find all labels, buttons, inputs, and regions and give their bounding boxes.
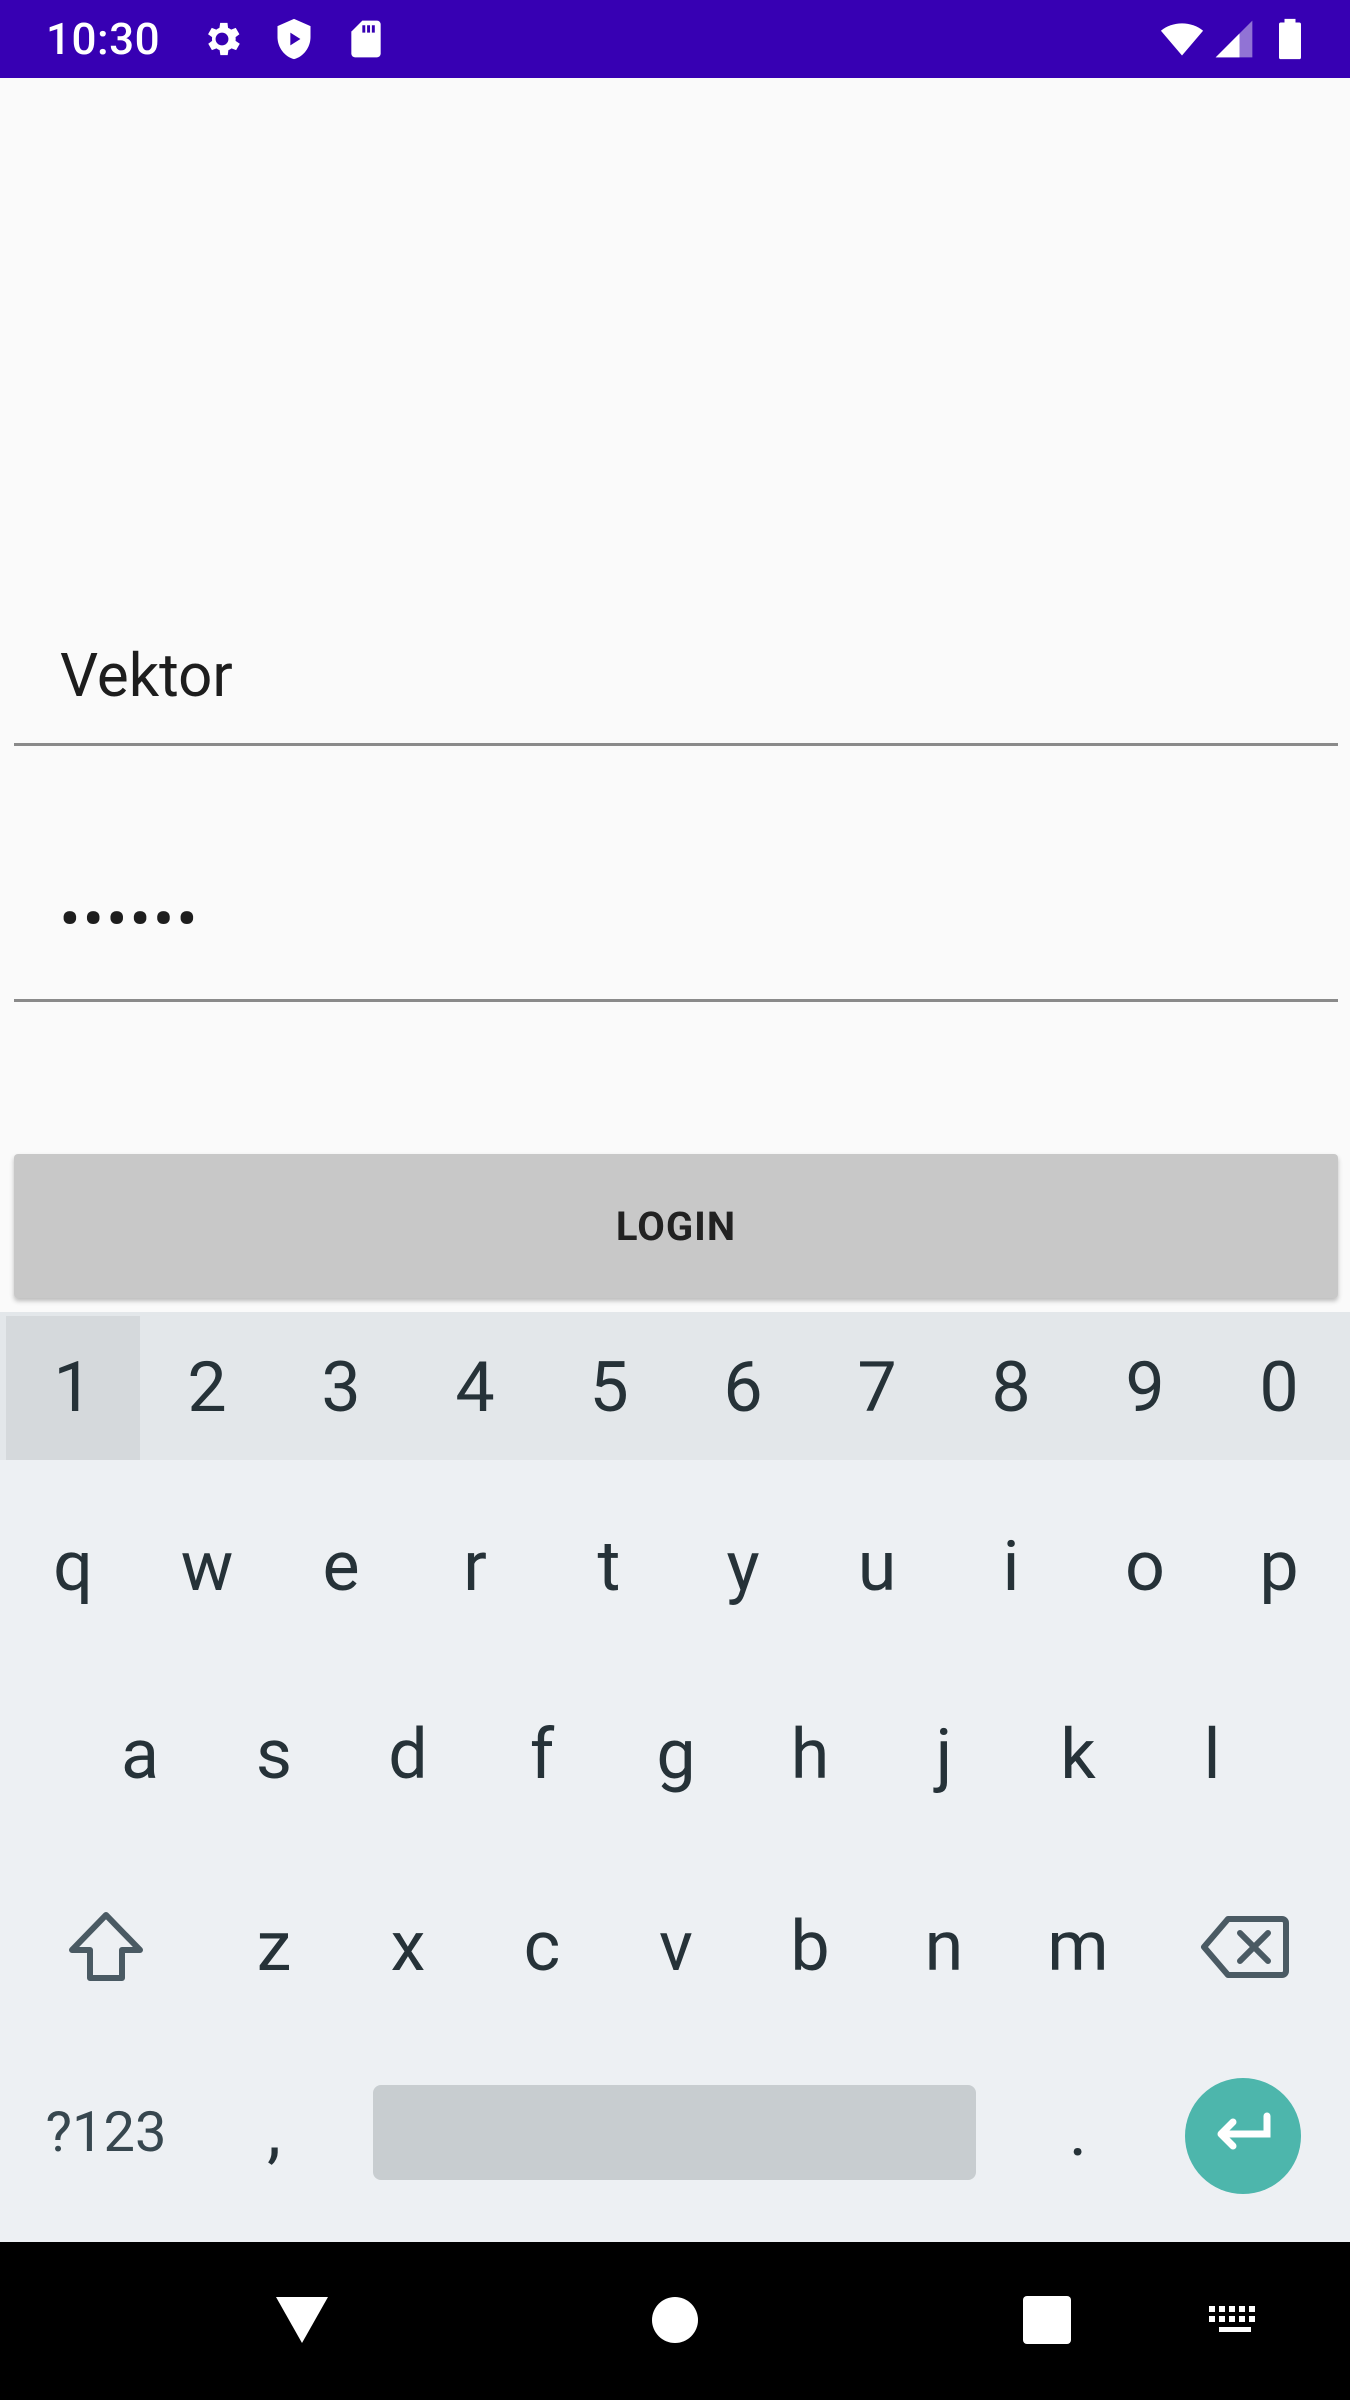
signal-icon (1212, 17, 1256, 61)
key-7[interactable]: 7 (810, 1316, 944, 1460)
key-r[interactable]: r (408, 1482, 542, 1652)
key-g[interactable]: g (609, 1670, 743, 1840)
key-n[interactable]: n (877, 1862, 1011, 2032)
status-time: 10:30 (46, 13, 161, 65)
backspace-icon (1200, 1913, 1290, 1981)
keyboard-icon (1207, 2302, 1263, 2342)
recents-button[interactable] (987, 2262, 1107, 2382)
key-j[interactable]: j (877, 1670, 1011, 1840)
home-icon (650, 2295, 700, 2349)
comma-key[interactable]: , (207, 2052, 341, 2212)
password-value: •••••• (60, 888, 201, 951)
key-8[interactable]: 8 (944, 1316, 1078, 1460)
key-0[interactable]: 0 (1212, 1316, 1346, 1460)
key-d[interactable]: d (341, 1670, 475, 1840)
symbols-key[interactable]: ?123 (6, 2052, 206, 2212)
key-b[interactable]: b (743, 1862, 877, 2032)
key-6[interactable]: 6 (676, 1316, 810, 1460)
back-icon (272, 2293, 332, 2351)
status-bar: 10:30 (0, 0, 1350, 78)
key-9[interactable]: 9 (1078, 1316, 1212, 1460)
key-e[interactable]: e (274, 1482, 408, 1652)
back-button[interactable] (242, 2262, 362, 2382)
key-s[interactable]: s (207, 1670, 341, 1840)
key-x[interactable]: x (341, 1862, 475, 2032)
key-5[interactable]: 5 (542, 1316, 676, 1460)
key-o[interactable]: o (1078, 1482, 1212, 1652)
key-v[interactable]: v (609, 1862, 743, 2032)
username-value: Vektor (60, 640, 233, 711)
key-l[interactable]: l (1145, 1670, 1279, 1840)
period-key[interactable]: . (1011, 2052, 1145, 2212)
key-a[interactable]: a (73, 1670, 207, 1840)
key-1[interactable]: 1 (6, 1316, 140, 1460)
key-y[interactable]: y (676, 1482, 810, 1652)
key-f[interactable]: f (475, 1670, 609, 1840)
key-c[interactable]: c (475, 1862, 609, 2032)
username-field[interactable]: Vektor (14, 620, 1338, 746)
keyboard-switch-button[interactable] (1175, 2262, 1295, 2382)
space-bar[interactable] (373, 2085, 976, 2180)
login-button[interactable]: LOGIN (14, 1154, 1338, 1298)
nav-bar (0, 2242, 1350, 2400)
shift-icon (66, 1910, 146, 1984)
recents-icon (1022, 2295, 1072, 2349)
shift-key[interactable] (6, 1862, 206, 2032)
key-k[interactable]: k (1011, 1670, 1145, 1840)
sd-card-icon (344, 17, 388, 61)
enter-icon (1211, 2110, 1275, 2162)
key-2[interactable]: 2 (140, 1316, 274, 1460)
key-3[interactable]: 3 (274, 1316, 408, 1460)
key-q[interactable]: q (6, 1482, 140, 1652)
shield-icon (272, 17, 316, 61)
key-w[interactable]: w (140, 1482, 274, 1652)
key-h[interactable]: h (743, 1670, 877, 1840)
gear-icon (200, 17, 244, 61)
key-p[interactable]: p (1212, 1482, 1346, 1652)
home-button[interactable] (615, 2262, 735, 2382)
wifi-icon (1156, 17, 1208, 61)
battery-icon (1270, 17, 1310, 61)
key-4[interactable]: 4 (408, 1316, 542, 1460)
enter-key[interactable] (1185, 2078, 1301, 2194)
key-m[interactable]: m (1011, 1862, 1145, 2032)
key-z[interactable]: z (207, 1862, 341, 2032)
key-u[interactable]: u (810, 1482, 944, 1652)
backspace-key[interactable] (1145, 1862, 1344, 2032)
password-field[interactable]: •••••• (14, 876, 1338, 1002)
key-t[interactable]: t (542, 1482, 676, 1652)
soft-keyboard: 1 2 3 4 5 6 7 8 9 0 q w e r t y u i o p … (0, 1312, 1350, 2242)
key-i[interactable]: i (944, 1482, 1078, 1652)
